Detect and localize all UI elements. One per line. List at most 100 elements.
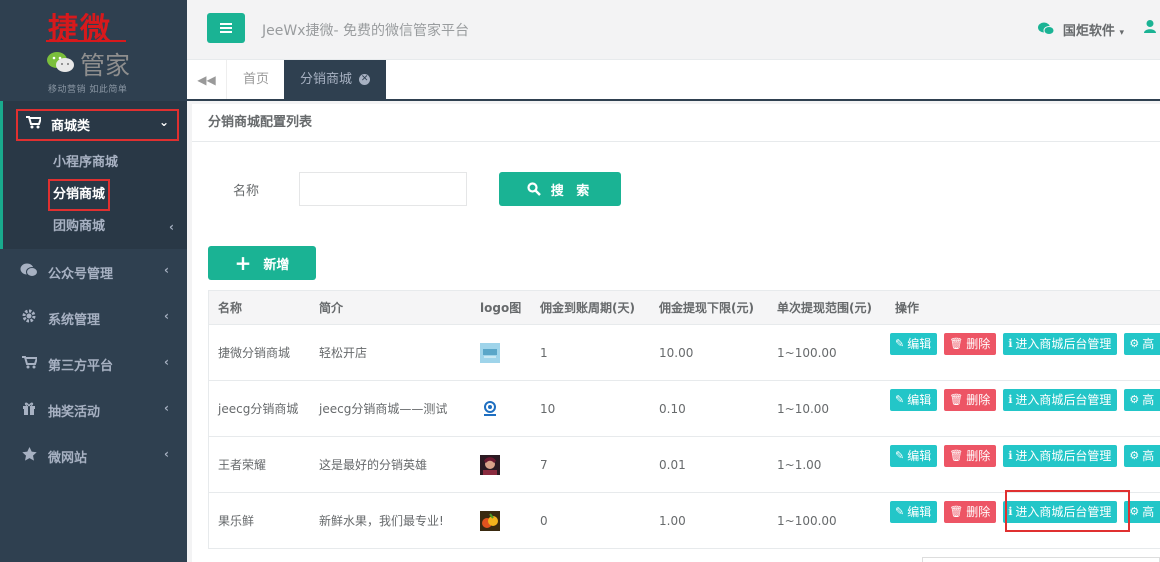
cell-min: 10.00 bbox=[659, 345, 694, 360]
advanced-button[interactable]: ⚙ 高 bbox=[1124, 389, 1160, 411]
column-header: 名称 bbox=[218, 301, 243, 315]
sidebar-item-label: 系统管理 bbox=[48, 312, 101, 328]
delete-button[interactable]: 🗑 删除 bbox=[944, 501, 997, 523]
hamburger-icon bbox=[220, 23, 232, 33]
cogs-icon: ⚙ bbox=[1129, 393, 1140, 406]
edit-label: 编辑 bbox=[907, 337, 932, 351]
close-icon[interactable]: ✕ bbox=[359, 74, 371, 85]
cell-ops: ✎ 编辑 🗑 删除 ℹ 进入商城后台管理 ⚙ 高 bbox=[886, 325, 1160, 380]
delete-button[interactable]: 🗑 删除 bbox=[944, 445, 997, 467]
logo-divider bbox=[46, 40, 126, 42]
cell-logo bbox=[473, 381, 531, 436]
sidebar-subitem-miniprogram[interactable]: 小程序商城 bbox=[3, 147, 187, 179]
shop-logo-image bbox=[480, 510, 500, 531]
search-icon bbox=[527, 182, 541, 196]
sidebar-item-lottery[interactable]: 抽奖活动 ‹ bbox=[0, 387, 187, 433]
enter-admin-button[interactable]: ℹ 进入商城后台管理 bbox=[1003, 445, 1118, 467]
cell-cycle: 10 bbox=[540, 401, 556, 416]
search-button-label: 搜 索 bbox=[550, 183, 594, 199]
sidebar-item-system[interactable]: 系统管理 ‹ bbox=[0, 295, 187, 341]
cell-range: 1~10.00 bbox=[777, 401, 830, 416]
sidebar-item-microsite[interactable]: 微网站 ‹ bbox=[0, 433, 187, 479]
edit-label: 编辑 bbox=[907, 449, 932, 463]
advanced-label: 高 bbox=[1142, 393, 1155, 407]
content-panel: 分销商城配置列表 名称 搜 索 + 新增 名称 简介 logo图 佣金到账周期(… bbox=[192, 104, 1160, 562]
cell-logo bbox=[473, 493, 531, 548]
user-icon[interactable] bbox=[1144, 20, 1156, 37]
cell-range: 1~100.00 bbox=[777, 513, 837, 528]
edit-button[interactable]: ✎ 编辑 bbox=[890, 333, 938, 355]
add-button-label: 新增 bbox=[263, 257, 290, 273]
enter-label: 进入商城后台管理 bbox=[1015, 393, 1112, 407]
delete-label: 删除 bbox=[966, 393, 991, 407]
table-row: jeecg分销商城 jeecg分销商城——测试 10 0.10 1~10.00 … bbox=[208, 381, 1160, 437]
highlight-box bbox=[16, 109, 179, 141]
delete-button[interactable]: 🗑 删除 bbox=[944, 333, 997, 355]
column-header: 佣金提现下限(元) bbox=[659, 301, 754, 315]
sidebar-subitem-groupbuy[interactable]: 团购商城 ‹ bbox=[3, 211, 187, 243]
sidebar-item-thirdparty[interactable]: 第三方平台 ‹ bbox=[0, 341, 187, 387]
column-header: logo图 bbox=[480, 301, 522, 315]
enter-admin-button[interactable]: ℹ 进入商城后台管理 bbox=[1003, 389, 1118, 411]
sidebar-item-label: 抽奖活动 bbox=[48, 404, 101, 420]
star-icon bbox=[20, 447, 38, 465]
cogs-icon: ⚙ bbox=[1129, 449, 1140, 462]
column-header: 简介 bbox=[319, 301, 344, 315]
user-dropdown[interactable]: 国炬软件 ▾ bbox=[1038, 20, 1124, 39]
cell-cycle: 0 bbox=[540, 513, 548, 528]
tab-home[interactable]: 首页 bbox=[228, 60, 284, 99]
edit-icon: ✎ bbox=[895, 393, 905, 406]
edit-button[interactable]: ✎ 编辑 bbox=[890, 501, 938, 523]
wechat-icon bbox=[1038, 22, 1059, 39]
tab-distribution[interactable]: 分销商城 ✕ bbox=[284, 60, 387, 99]
advanced-button[interactable]: ⚙ 高 bbox=[1124, 445, 1160, 467]
advanced-button[interactable]: ⚙ 高 bbox=[1124, 333, 1160, 355]
cell-name: 果乐鲜 bbox=[218, 514, 255, 528]
cart-icon bbox=[20, 355, 38, 373]
cell-logo bbox=[473, 437, 531, 492]
wechat-icon bbox=[20, 263, 38, 281]
logo-subtitle: 管家 bbox=[80, 51, 131, 80]
chevron-left-icon: ‹ bbox=[164, 309, 169, 323]
caret-down-icon: ▾ bbox=[1119, 28, 1124, 38]
advanced-label: 高 bbox=[1142, 505, 1155, 519]
trash-icon: 🗑 bbox=[949, 505, 964, 518]
cell-min: 0.01 bbox=[659, 457, 686, 472]
enter-admin-button[interactable]: ℹ 进入商城后台管理 bbox=[1003, 333, 1118, 355]
backward-icon: ◀◀ bbox=[197, 72, 216, 87]
highlight-box bbox=[1005, 490, 1130, 532]
trash-icon: 🗑 bbox=[949, 393, 964, 406]
cell-min: 0.10 bbox=[659, 401, 686, 416]
tab-label: 分销商城 bbox=[300, 72, 353, 87]
search-label: 名称 bbox=[233, 184, 260, 199]
logo: 捷微 管家 移动营销 如此简单 bbox=[0, 0, 187, 100]
column-header: 操作 bbox=[895, 301, 920, 315]
cell-desc: jeecg分销商城——测试 bbox=[319, 402, 448, 416]
name-search-input[interactable] bbox=[299, 172, 467, 206]
add-button[interactable]: + 新增 bbox=[208, 246, 316, 280]
info-icon: ℹ bbox=[1008, 449, 1013, 462]
edit-button[interactable]: ✎ 编辑 bbox=[890, 445, 938, 467]
delete-button[interactable]: 🗑 删除 bbox=[944, 389, 997, 411]
cell-range: 1~100.00 bbox=[777, 345, 837, 360]
sidebar-item-wechat[interactable]: 公众号管理 ‹ bbox=[0, 249, 187, 295]
menu-toggle-button[interactable] bbox=[207, 13, 245, 43]
sidebar-item-label: 公众号管理 bbox=[48, 266, 114, 282]
cell-ops: ✎ 编辑 🗑 删除 ℹ 进入商城后台管理 ⚙ 高 bbox=[886, 437, 1160, 492]
enter-label: 进入商城后台管理 bbox=[1015, 337, 1112, 351]
edit-button[interactable]: ✎ 编辑 bbox=[890, 389, 938, 411]
sidebar-subitem-label: 团购商城 bbox=[53, 219, 106, 234]
cell-name: 王者荣耀 bbox=[218, 458, 267, 472]
info-icon: ℹ bbox=[1008, 337, 1013, 350]
chevron-left-icon: ‹ bbox=[169, 220, 174, 234]
cell-name: jeecg分销商城 bbox=[218, 402, 299, 416]
sidebar-item-label: 微网站 bbox=[48, 450, 88, 466]
advanced-label: 高 bbox=[1142, 449, 1155, 463]
delete-label: 删除 bbox=[966, 505, 991, 519]
edit-icon: ✎ bbox=[895, 449, 905, 462]
logo-slogan: 移动营销 如此简单 bbox=[48, 85, 128, 95]
sidebar-menu: 商城类 ⌄ 小程序商城 分销商城 团购商城 ‹ 公众号管理 ‹ 系统管理 ‹ 第… bbox=[0, 101, 187, 479]
enter-label: 进入商城后台管理 bbox=[1015, 449, 1112, 463]
tabs-scroll-left-button[interactable]: ◀◀ bbox=[187, 60, 227, 99]
search-button[interactable]: 搜 索 bbox=[499, 172, 621, 206]
